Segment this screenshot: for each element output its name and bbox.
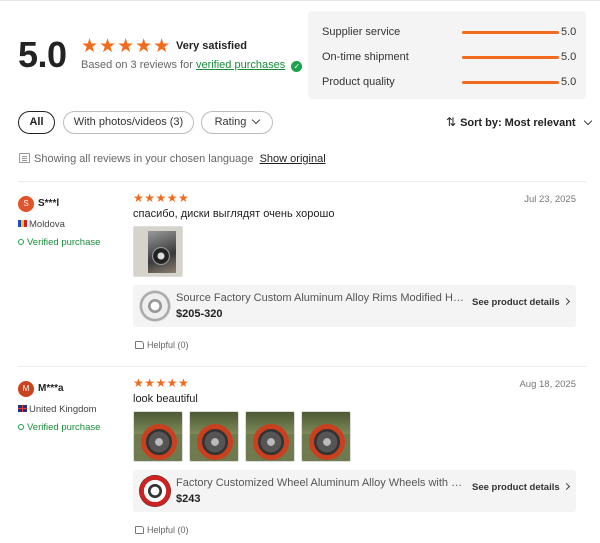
reviewer-name: S***l	[38, 198, 60, 209]
metric-bar-fill	[462, 81, 559, 84]
metric-label: On-time shipment	[322, 51, 409, 63]
review-stars: ★★★★★	[133, 376, 190, 390]
photo-wheel	[141, 424, 177, 460]
reviewer-country: United Kingdom	[18, 404, 97, 415]
country-name: United Kingdom	[29, 404, 97, 415]
helpful-button[interactable]: Helpful (0)	[135, 340, 189, 350]
metric-value: 5.0	[561, 26, 577, 38]
review-photo[interactable]	[189, 411, 239, 462]
review-date: Aug 18, 2025	[519, 379, 576, 390]
seller-metrics-panel: Supplier service 5.0 On-time shipment 5.…	[308, 11, 586, 99]
country-name: Moldova	[29, 219, 65, 230]
thumbs-up-icon	[135, 341, 144, 349]
see-details-label: See product details	[472, 297, 560, 308]
verified-purchase-badge: Verified purchase	[18, 237, 100, 248]
translate-icon	[19, 153, 30, 163]
flag-icon	[18, 405, 27, 412]
thumbs-up-icon	[135, 526, 144, 534]
product-card[interactable]: Source Factory Custom Aluminum Alloy Rim…	[133, 285, 576, 327]
top-border	[0, 0, 600, 1]
show-original-link[interactable]: Show original	[260, 153, 326, 165]
see-product-details-link[interactable]: See product details	[472, 297, 570, 308]
product-thumbnail	[139, 290, 171, 322]
review-text: look beautiful	[133, 393, 198, 405]
reviewer-country: Moldova	[18, 219, 65, 230]
product-thumbnail	[139, 475, 171, 507]
metric-bar	[462, 81, 559, 84]
chevron-right-icon	[562, 482, 570, 491]
metric-value: 5.0	[561, 76, 577, 88]
verified-text: Verified purchase	[27, 237, 101, 248]
review-date: Jul 23, 2025	[524, 194, 576, 205]
review-item: S S***l Moldova Verified purchase ★★★★★ …	[0, 182, 600, 367]
helpful-label: Helpful (0)	[147, 525, 189, 535]
review-photo[interactable]	[133, 226, 183, 277]
product-title: Source Factory Custom Aluminum Alloy Rim…	[176, 292, 466, 304]
avatar: S	[18, 196, 34, 212]
product-price: $205-320	[176, 308, 223, 320]
review-text: спасибо, диски выглядят очень хорошо	[133, 208, 335, 220]
product-price: $243	[176, 493, 201, 505]
reviewer-name: M***a	[38, 383, 64, 394]
sort-dropdown[interactable]: ⇅ Sort by: Most relevant	[446, 115, 592, 129]
metric-bar	[462, 31, 559, 34]
language-notice: Showing all reviews in your chosen langu…	[19, 153, 326, 165]
chevron-down-icon	[583, 116, 592, 126]
photo-rim	[152, 247, 170, 265]
review-stars: ★★★★★	[133, 191, 190, 205]
reviews-basis: Based on 3 reviews for verified purchase…	[81, 59, 303, 72]
chevron-down-icon	[252, 115, 261, 125]
verified-purchase-badge: Verified purchase	[18, 422, 100, 433]
metric-label: Supplier service	[322, 26, 401, 38]
filter-with-media-button[interactable]: With photos/videos (3)	[63, 111, 194, 134]
see-product-details-link[interactable]: See product details	[472, 482, 570, 493]
helpful-button[interactable]: Helpful (0)	[135, 525, 189, 535]
flag-icon	[18, 220, 27, 227]
review-photo[interactable]	[245, 411, 295, 462]
photo-wheel	[253, 424, 289, 460]
verified-purchases-link[interactable]: verified purchases	[196, 59, 285, 71]
verified-icon	[18, 239, 24, 245]
verified-text: Verified purchase	[27, 422, 101, 433]
product-title: Factory Customized Wheel Aluminum Alloy …	[176, 477, 466, 489]
satisfaction-label: Very satisfied	[176, 40, 247, 52]
metric-bar	[462, 56, 559, 59]
filter-all-button[interactable]: All	[18, 111, 55, 134]
product-card[interactable]: Factory Customized Wheel Aluminum Alloy …	[133, 470, 576, 512]
review-item: M M***a United Kingdom Verified purchase…	[0, 367, 600, 543]
sort-label: Sort by: Most relevant	[460, 117, 576, 129]
photo-wheel	[197, 424, 233, 460]
verified-check-icon: ✓	[291, 61, 303, 72]
metric-supplier-service: Supplier service 5.0	[308, 23, 586, 43]
review-photo[interactable]	[133, 411, 183, 462]
metric-label: Product quality	[322, 76, 395, 88]
language-notice-text: Showing all reviews in your chosen langu…	[34, 153, 254, 165]
see-details-label: See product details	[472, 482, 560, 493]
helpful-label: Helpful (0)	[147, 340, 189, 350]
filter-rating-label: Rating	[214, 116, 247, 128]
chevron-right-icon	[562, 297, 570, 306]
review-photo[interactable]	[301, 411, 351, 462]
verified-icon	[18, 424, 24, 430]
metric-bar-fill	[462, 31, 559, 34]
sort-icon: ⇅	[446, 115, 457, 129]
metric-product-quality: Product quality 5.0	[308, 73, 586, 93]
overall-stars: ★★★★★	[81, 36, 172, 57]
reviews-basis-text: Based on 3 reviews for	[81, 59, 193, 71]
metric-bar-fill	[462, 56, 559, 59]
metric-value: 5.0	[561, 51, 577, 63]
photo-wheel	[309, 424, 345, 460]
metric-on-time-shipment: On-time shipment 5.0	[308, 48, 586, 68]
overall-score: 5.0	[18, 34, 67, 75]
avatar: M	[18, 381, 34, 397]
filter-rating-dropdown[interactable]: Rating	[201, 111, 273, 134]
